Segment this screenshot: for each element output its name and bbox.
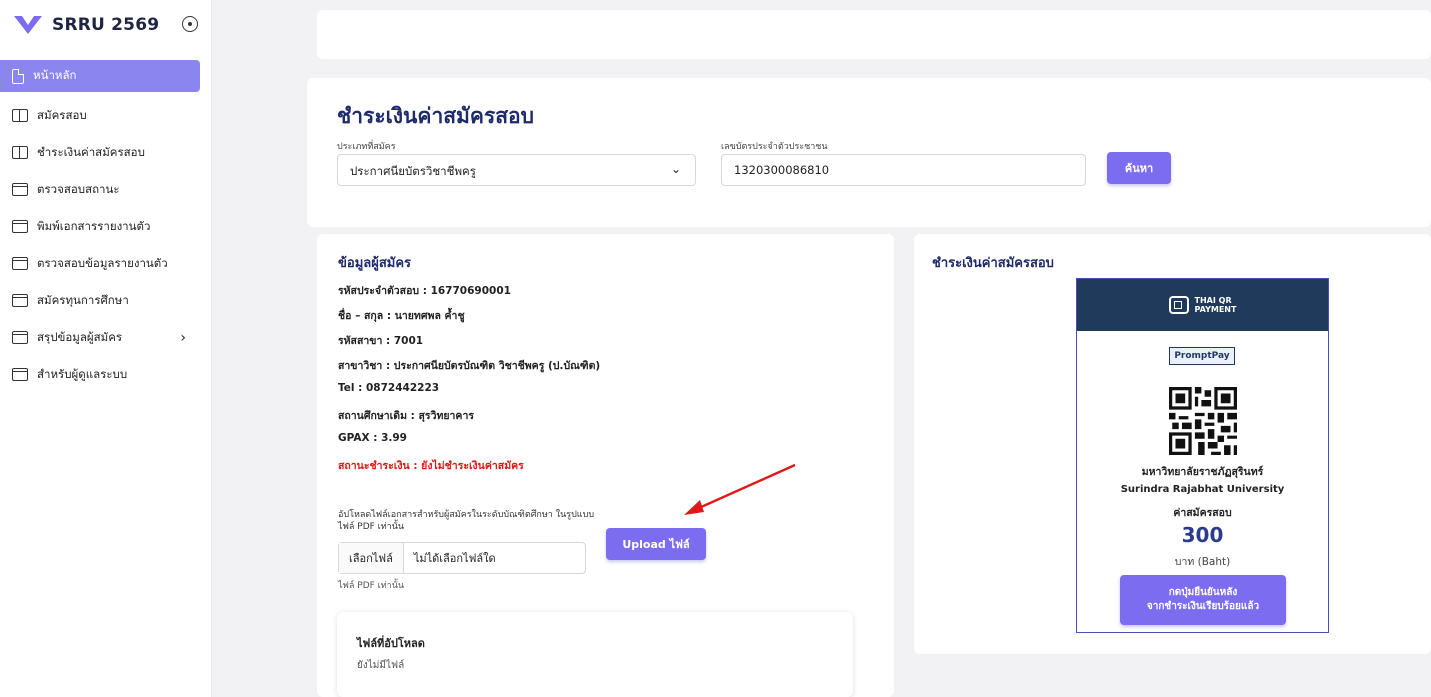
sidebar-item-label: ชำระเงินค่าสมัครสอบ xyxy=(37,144,145,159)
search-button[interactable]: ค้นหา xyxy=(1107,152,1171,184)
file-note: ไฟล์ PDF เท่านั้น xyxy=(338,581,405,591)
search-card: ชำระเงินค่าสมัครสอบ ประเภทที่สมัคร ประกา… xyxy=(307,78,1431,227)
book-icon xyxy=(12,109,28,122)
window-icon xyxy=(12,183,28,196)
window-icon xyxy=(12,331,28,344)
university-en: Surindra Rajabhat University xyxy=(1120,484,1285,495)
university-th: มหาวิทยาลัยราชภัฏสุรินทร์ xyxy=(1141,466,1264,478)
sidebar-item-check-report[interactable]: ตรวจสอบข้อมูลรายงานตัว xyxy=(0,245,212,282)
upload-description: อัปโหลดไฟล์เอกสารสำหรับผู้สมัครในระดับบั… xyxy=(338,510,595,532)
payment-card: ชำระเงินค่าสมัครสอบ THAI QR PAYMENT Prom… xyxy=(914,234,1431,654)
info-line: สถานศึกษาเดิม : สุรวิทยาคาร xyxy=(338,410,474,422)
sidebar-item-label: สมัครสอบ xyxy=(37,107,87,122)
payment-title: ชำระเงินค่าสมัครสอบ xyxy=(932,256,1054,271)
info-line: GPAX : 3.99 xyxy=(338,432,407,444)
brand: SRRU 2569 xyxy=(14,10,204,40)
book-icon xyxy=(12,146,28,159)
type-select[interactable]: ประกาศนียบัตรวิชาชีพครู ⌄ xyxy=(337,154,696,186)
sidebar-menu: หน้าหลัก สมัครสอบ ชำระเงินค่าสมัครสอบ ตร… xyxy=(0,60,212,393)
sidebar-item-apply[interactable]: สมัครสอบ xyxy=(0,97,212,134)
window-icon xyxy=(12,294,28,307)
confirm-line2: จากชำระเงินเรียบร้อยแล้ว xyxy=(1146,601,1260,612)
fee-amount: 300 xyxy=(1181,523,1224,547)
payment-status: สถานะชำระเงิน : ยังไม่ชำระเงินค่าสมัคร xyxy=(338,460,524,472)
sidebar-item-scholarship[interactable]: สมัครทุนการศึกษา xyxy=(0,282,212,319)
file-name: ไม่ได้เลือกไฟล์ใด xyxy=(413,552,496,565)
info-line: รหัสประจำตัวสอบ : 16770690001 xyxy=(338,285,511,297)
info-line: สาขาวิชา : ประกาศนียบัตรบัณฑิต วิชาชีพคร… xyxy=(338,360,601,372)
id-label: เลขบัตรประจำตัวประชาชน xyxy=(721,142,828,152)
sidebar-item-label: หน้าหลัก xyxy=(33,68,77,82)
type-label: ประเภทที่สมัคร xyxy=(337,142,396,152)
thai-qr-icon xyxy=(1168,296,1189,314)
qr-code-icon xyxy=(1169,387,1237,455)
uploaded-empty: ยังไม่มีไฟล์ xyxy=(357,660,405,671)
uploaded-files-card: ไฟล์ที่อัปโหลด ยังไม่มีไฟล์ xyxy=(337,612,853,697)
brand-title: SRRU 2569 xyxy=(52,15,160,35)
chevron-down-icon: ⌄ xyxy=(670,162,681,176)
window-icon xyxy=(12,220,28,233)
info-line: Tel : 0872442223 xyxy=(338,382,440,394)
sidebar-item-status[interactable]: ตรวจสอบสถานะ xyxy=(0,171,212,208)
sidebar-item-label: สำหรับผู้ดูแลระบบ xyxy=(37,366,128,381)
sidebar-item-label: ตรวจสอบข้อมูลรายงานตัว xyxy=(37,255,168,270)
red-arrow-icon xyxy=(684,463,796,515)
currency-label: บาท (Baht) xyxy=(1174,556,1231,568)
sidebar-item-label: ตรวจสอบสถานะ xyxy=(37,181,120,196)
chevron-right-icon: › xyxy=(180,330,186,346)
logo-icon xyxy=(14,16,42,34)
sidebar-item-label: สรุปข้อมูลผู้สมัคร xyxy=(37,329,123,344)
sidebar-item-label: สมัครทุนการศึกษา xyxy=(37,292,129,307)
id-input[interactable]: 1320300086810 xyxy=(721,154,1086,186)
fee-label: ค่าสมัครสอบ xyxy=(1173,507,1232,519)
file-input[interactable]: เลือกไฟล์ ไม่ได้เลือกไฟล์ใด xyxy=(338,542,586,574)
confirm-line1: กดปุ่มยืนยันหลัง xyxy=(1168,587,1238,598)
info-line: ชื่อ – สกุล : นายทศพล ค้ำชู xyxy=(338,310,465,322)
sidebar-item-payment[interactable]: ชำระเงินค่าสมัครสอบ xyxy=(0,134,212,171)
sidebar-item-label: พิมพ์เอกสารรายงานตัว xyxy=(37,218,151,233)
page-title: ชำระเงินค่าสมัครสอบ xyxy=(337,104,534,128)
sidebar-item-print-report[interactable]: พิมพ์เอกสารรายงานตัว xyxy=(0,208,212,245)
promptpay-logo: PromptPay xyxy=(1169,347,1235,365)
confirm-payment-button[interactable]: กดปุ่มยืนยันหลัง จากชำระเงินเรียบร้อยแล้… xyxy=(1120,575,1286,625)
type-select-value: ประกาศนียบัตรวิชาชีพครู xyxy=(350,164,476,178)
top-bar xyxy=(317,10,1431,59)
document-icon xyxy=(12,68,24,84)
info-line: รหัสสาขา : 7001 xyxy=(338,335,424,347)
qr-header: THAI QR PAYMENT xyxy=(1077,279,1328,331)
sidebar-item-home[interactable]: หน้าหลัก xyxy=(0,60,200,92)
window-icon xyxy=(12,257,28,270)
choose-file-button[interactable]: เลือกไฟล์ xyxy=(339,543,404,573)
sidebar: SRRU 2569 หน้าหลัก สมัครสอบ ชำระเงินค่าส… xyxy=(0,0,212,697)
applicant-title: ข้อมูลผู้สมัคร xyxy=(338,256,412,271)
qr-header-line2: PAYMENT xyxy=(1194,305,1237,314)
sidebar-toggle-icon[interactable] xyxy=(182,16,198,32)
upload-button[interactable]: Upload ไฟล์ xyxy=(606,528,706,560)
qr-header-line1: THAI QR xyxy=(1194,296,1232,305)
sidebar-item-summary[interactable]: สรุปข้อมูลผู้สมัคร › xyxy=(0,319,212,356)
sidebar-item-admin[interactable]: สำหรับผู้ดูแลระบบ xyxy=(0,356,212,393)
window-icon xyxy=(12,368,28,381)
uploaded-title: ไฟล์ที่อัปโหลด xyxy=(357,637,425,650)
qr-panel: THAI QR PAYMENT PromptPay มหาวิทยาลัยราช… xyxy=(1076,278,1329,633)
